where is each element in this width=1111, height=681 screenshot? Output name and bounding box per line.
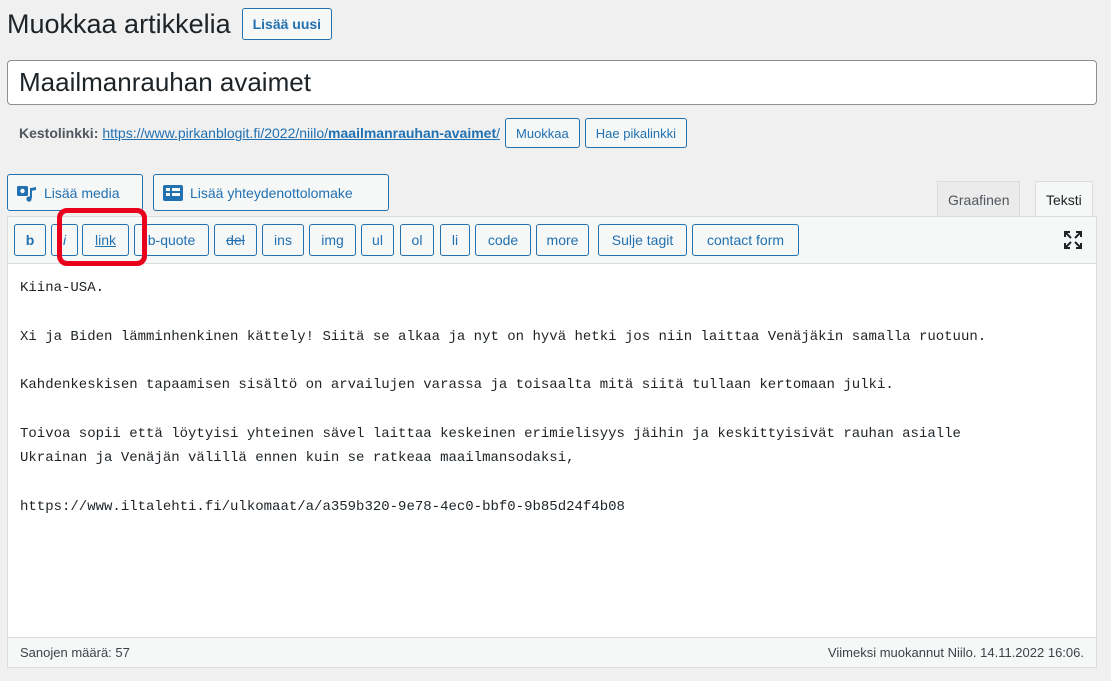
tab-visual[interactable]: Graafinen — [937, 181, 1021, 217]
qt-italic-button[interactable]: i — [51, 224, 78, 256]
qt-del-button[interactable]: del — [214, 224, 257, 256]
add-new-button[interactable]: Lisää uusi — [241, 8, 333, 40]
qt-img-button[interactable]: img — [309, 224, 356, 256]
add-contact-form-label: Lisää yhteydenottolomake — [190, 184, 353, 201]
qt-bquote-button[interactable]: b-quote — [134, 224, 209, 256]
add-media-label: Lisää media — [44, 184, 120, 201]
qt-ol-button[interactable]: ol — [400, 224, 434, 256]
qt-close-tags-button[interactable]: Sulje tagit — [598, 224, 687, 256]
add-media-button[interactable]: Lisää media — [7, 174, 143, 211]
page-title: Muokkaa artikkelia — [7, 9, 231, 39]
last-edited: Viimeksi muokannut Niilo. 14.11.2022 16:… — [827, 645, 1084, 660]
permalink-trailing: / — [496, 125, 501, 141]
permalink-slug: maailmanrauhan-avaimet — [328, 125, 497, 141]
post-title-input[interactable] — [7, 60, 1097, 105]
qt-contact-form-button[interactable]: contact form — [692, 224, 799, 256]
edit-slug-button[interactable]: Muokkaa — [505, 118, 580, 148]
media-icon — [16, 182, 38, 204]
permalink-label: Kestolinkki: — [19, 125, 99, 141]
get-shortlink-button[interactable]: Hae pikalinkki — [584, 118, 687, 148]
qt-code-button[interactable]: code — [475, 224, 531, 256]
qt-link-button[interactable]: link — [82, 224, 129, 256]
qt-more-button[interactable]: more — [536, 224, 589, 256]
qt-bold-button[interactable]: b — [14, 224, 46, 256]
form-icon — [162, 182, 184, 204]
qt-ins-button[interactable]: ins — [262, 224, 304, 256]
text-editor: b i link b-quote del ins img ul ol li co… — [7, 216, 1097, 668]
quicktags-toolbar: b i link b-quote del ins img ul ol li co… — [8, 217, 1096, 264]
permalink-base: https://www.pirkanblogit.fi/2022/niilo/ — [102, 125, 329, 141]
add-contact-form-button[interactable]: Lisää yhteydenottolomake — [153, 174, 389, 211]
edit-post-page: Muokkaa artikkelia Lisää uusi Kestolinkk… — [0, 0, 1111, 681]
editor-status-bar: Sanojen määrä: 57 Viimeksi muokannut Nii… — [8, 637, 1096, 667]
content-textarea[interactable]: Kiina-USA. Xi ja Biden lämminhenkinen kä… — [8, 264, 1096, 638]
page-header: Muokkaa artikkelia Lisää uusi — [7, 6, 333, 42]
fullscreen-icon[interactable] — [1062, 229, 1084, 251]
word-count: Sanojen määrä: 57 — [20, 645, 130, 660]
permalink-row: Kestolinkki: https://www.pirkanblogit.fi… — [19, 118, 687, 148]
permalink-link[interactable]: https://www.pirkanblogit.fi/2022/niilo/m… — [102, 125, 500, 141]
qt-ul-button[interactable]: ul — [361, 224, 394, 256]
tab-text[interactable]: Teksti — [1035, 181, 1093, 218]
qt-li-button[interactable]: li — [440, 224, 470, 256]
